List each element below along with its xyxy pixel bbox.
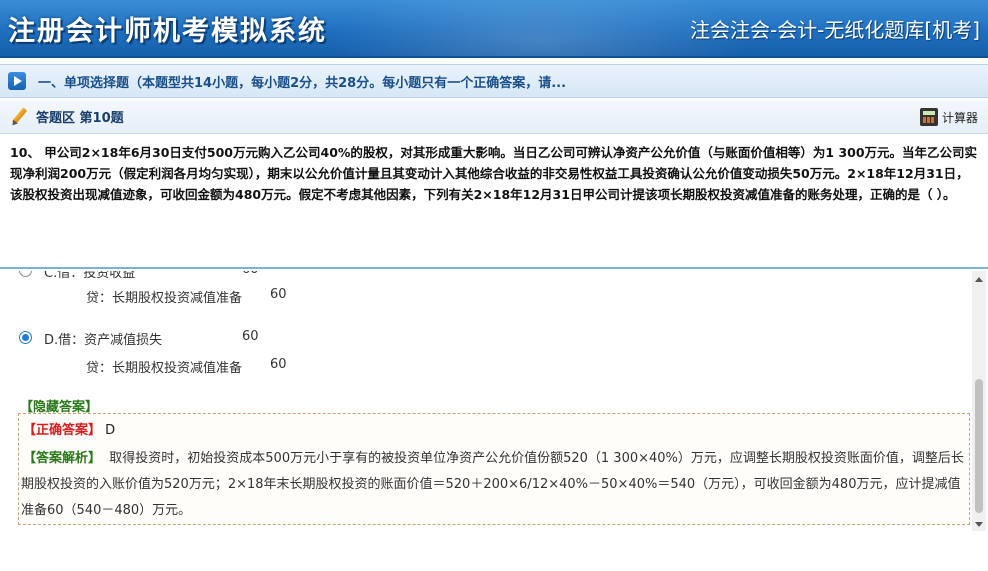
option-d-debit-label: D.借：资产减值损失 [44, 333, 163, 348]
scroll-down-arrow-icon[interactable] [975, 522, 983, 527]
correct-answer-line: 【正确答案】 D [23, 420, 115, 442]
question-stem: 10、 甲公司2×18年6月30日支付500万元购入乙公司40%的股权，对其形成… [0, 135, 988, 269]
calculator-label[interactable]: 计算器 [942, 109, 978, 126]
pencil-icon [10, 108, 28, 126]
option-c-radio[interactable] [19, 271, 32, 277]
vertical-scrollbar[interactable] [972, 271, 986, 531]
option-d-debit-amount: 60 [242, 329, 259, 344]
analysis-tag: 【答案解析】 [23, 451, 102, 466]
question-bank-title: 注会注会-会计-无纸化题库[机考] [689, 18, 980, 42]
answer-area-bar: 答题区 第10题 计算器 [0, 100, 988, 134]
option-d-credit-row: 贷：长期股权投资减值准备 60 [0, 356, 960, 378]
answer-explanation-box: 【正确答案】 D 【答案解析】 取得投资时，初始投资成本500万元小于享有的被投… [18, 413, 970, 525]
correct-answer-value: D [105, 423, 116, 438]
scrollbar-thumb[interactable] [975, 379, 983, 513]
app-title: 注册会计师机考模拟系统 [8, 16, 327, 47]
option-d-credit-amount: 60 [270, 357, 287, 372]
option-d-radio[interactable] [19, 331, 32, 344]
option-c-credit-label: 贷：长期股权投资减值准备 [86, 291, 243, 306]
scroll-up-arrow-icon[interactable] [975, 277, 983, 282]
option-c-credit-amount: 60 [270, 287, 287, 302]
option-d-credit-label: 贷：长期股权投资减值准备 [86, 361, 243, 376]
option-c-debit-amount: 60 [242, 271, 259, 277]
analysis-text: 取得投资时，初始投资成本500万元小于享有的被投资单位净资产公允价值份额520（… [21, 451, 964, 518]
option-c-credit-row: 贷：长期股权投资减值准备 60 [0, 286, 960, 308]
option-d-debit-row[interactable]: D.借：资产减值损失 60 [0, 328, 960, 350]
option-c-debit-row[interactable]: C.借：投资收益 60 [0, 271, 960, 283]
answer-analysis: 【答案解析】 取得投资时，初始投资成本500万元小于享有的被投资单位净资产公允价… [21, 446, 969, 524]
section-description: 一、单项选择题（本题型共14小题，每小题2分，共28分。每小题只有一个正确答案，… [38, 75, 567, 91]
calculator-button[interactable]: 计算器 [919, 106, 978, 128]
app-header: 注册会计师机考模拟系统 注会注会-会计-无纸化题库[机考] [0, 0, 988, 58]
option-c-debit-label: C.借：投资收益 [44, 271, 136, 281]
answer-area-label: 答题区 第10题 [36, 111, 124, 126]
section-bar[interactable]: 一、单项选择题（本题型共14小题，每小题2分，共28分。每小题只有一个正确答案，… [0, 64, 988, 98]
question-text: 10、 甲公司2×18年6月30日支付500万元购入乙公司40%的股权，对其形成… [10, 145, 978, 202]
options-scroll-area[interactable]: C.借：投资收益 60 贷：长期股权投资减值准备 60 D.借：资产减值损失 6… [0, 271, 972, 565]
correct-answer-tag: 【正确答案】 [23, 423, 102, 438]
play-icon[interactable] [8, 72, 26, 90]
calculator-icon[interactable] [919, 108, 938, 126]
